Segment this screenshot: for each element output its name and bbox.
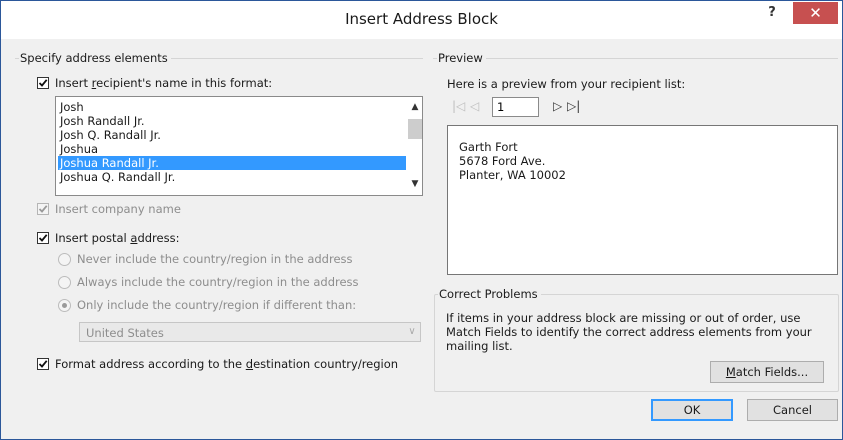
preview-group-line — [433, 58, 838, 59]
list-item-selected[interactable]: Joshua Randall Jr. — [58, 156, 406, 170]
country-select[interactable]: United States ∨ — [79, 322, 421, 342]
close-button[interactable]: ✕ — [793, 2, 838, 24]
always-country-radio[interactable] — [58, 276, 71, 289]
postal-address-label: Insert postal address: — [55, 231, 180, 245]
country-select-value: United States — [86, 326, 164, 340]
preview-group-label: Preview — [437, 51, 486, 65]
always-country-label: Always include the country/region in the… — [77, 275, 359, 289]
match-fields-button[interactable]: Match Fields... — [710, 361, 824, 383]
list-item[interactable]: Josh Q. Randall Jr. — [58, 128, 406, 142]
preview-line: 5678 Ford Ave. — [459, 154, 546, 168]
insert-address-block-dialog: Insert Address Block ? ✕ Specify address… — [0, 0, 843, 440]
scroll-thumb[interactable] — [408, 119, 422, 139]
format-destination-label: Format address according to the destinat… — [55, 357, 399, 371]
dialog-title: Insert Address Block — [345, 10, 498, 28]
first-record-icon[interactable]: |◁ — [452, 99, 465, 113]
company-name-checkbox[interactable] — [37, 203, 49, 215]
radio-dot-icon — [62, 303, 67, 308]
list-item[interactable]: Joshua — [58, 142, 406, 156]
scroll-down-icon[interactable]: ▼ — [409, 179, 421, 189]
ok-button[interactable]: OK — [651, 399, 733, 421]
address-preview-box: Garth Fort 5678 Ford Ave. Planter, WA 10… — [447, 125, 838, 275]
only-country-radio[interactable] — [58, 299, 71, 312]
correct-problems-message: If items in your address block are missi… — [446, 311, 812, 353]
list-item[interactable]: Josh — [58, 100, 406, 114]
list-item[interactable]: Joshua Q. Randall Jr. — [58, 170, 406, 184]
list-scrollbar[interactable]: ▲ ▼ — [406, 97, 422, 195]
next-record-icon[interactable]: ▷ — [553, 99, 562, 113]
record-number-input[interactable] — [492, 97, 539, 117]
left-group-label: Specify address elements — [19, 51, 171, 65]
recipient-name-checkbox[interactable] — [37, 77, 49, 89]
never-country-label: Never include the country/region in the … — [77, 252, 353, 266]
cancel-button[interactable]: Cancel — [747, 399, 838, 421]
format-destination-checkbox[interactable] — [37, 358, 49, 370]
title-bar: Insert Address Block ? ✕ — [1, 1, 842, 39]
correct-problems-label: Correct Problems — [438, 287, 541, 301]
never-country-radio[interactable] — [58, 253, 71, 266]
company-name-label: Insert company name — [55, 202, 181, 216]
preview-line: Garth Fort — [459, 140, 518, 154]
scroll-up-icon[interactable]: ▲ — [409, 102, 421, 112]
preview-intro: Here is a preview from your recipient li… — [447, 77, 686, 91]
preview-line: Planter, WA 10002 — [459, 168, 566, 182]
list-item[interactable]: Josh Randall Jr. — [58, 114, 406, 128]
last-record-icon[interactable]: ▷| — [567, 99, 580, 113]
postal-address-checkbox[interactable] — [37, 232, 49, 244]
chevron-down-icon: ∨ — [408, 326, 416, 337]
previous-record-icon[interactable]: ◁ — [470, 99, 479, 113]
only-country-label: Only include the country/region if diffe… — [77, 298, 357, 312]
help-button[interactable]: ? — [761, 5, 783, 25]
name-format-list[interactable]: Josh Josh Randall Jr. Josh Q. Randall Jr… — [55, 96, 423, 196]
recipient-name-label: Insert recipient's name in this format: — [55, 76, 273, 90]
